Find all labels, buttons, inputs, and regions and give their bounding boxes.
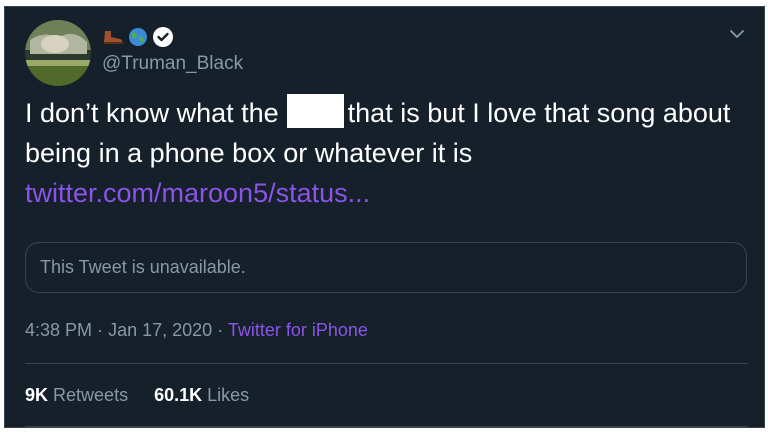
globe-icon <box>128 27 148 52</box>
user-handle[interactable]: @Truman_Black <box>102 53 243 75</box>
tweet-card: @Truman_Black I don’t know what the that … <box>4 6 765 428</box>
tweet-source[interactable]: Twitter for iPhone <box>228 320 368 340</box>
tweet-date[interactable]: Jan 17, 2020 <box>108 320 212 340</box>
avatar[interactable] <box>25 20 91 86</box>
tweet-link[interactable]: twitter.com/maroon5/status... <box>25 173 370 213</box>
retweets-count: 9K <box>25 385 49 405</box>
tweet-time[interactable]: 4:38 PM <box>25 320 92 340</box>
redacted-word <box>286 94 344 128</box>
verified-icon <box>152 26 174 53</box>
tweet-text: I don’t know what the that is but I love … <box>25 93 745 173</box>
chevron-down-icon[interactable] <box>728 27 746 41</box>
divider <box>25 426 748 427</box>
tweet-text-before: I don’t know what the <box>25 98 279 128</box>
likes-label: Likes <box>207 385 250 405</box>
likes-count: 60.1K <box>154 385 203 405</box>
tweet-meta: 4:38 PM · Jan 17, 2020 · Twitter for iPh… <box>25 320 368 341</box>
likes-stat[interactable]: 60.1K Likes <box>154 385 249 406</box>
divider <box>25 363 748 364</box>
retweets-stat[interactable]: 9K Retweets <box>25 385 128 406</box>
meta-separator: · <box>217 320 224 340</box>
quoted-tweet-unavailable: This Tweet is unavailable. <box>25 242 747 293</box>
quote-unavailable-text: This Tweet is unavailable. <box>40 257 246 277</box>
meta-separator: · <box>97 320 104 340</box>
tweet-stats: 9K Retweets 60.1K Likes <box>25 385 249 406</box>
retweets-label: Retweets <box>53 385 129 405</box>
boot-icon <box>102 29 124 50</box>
name-badges <box>102 26 174 53</box>
